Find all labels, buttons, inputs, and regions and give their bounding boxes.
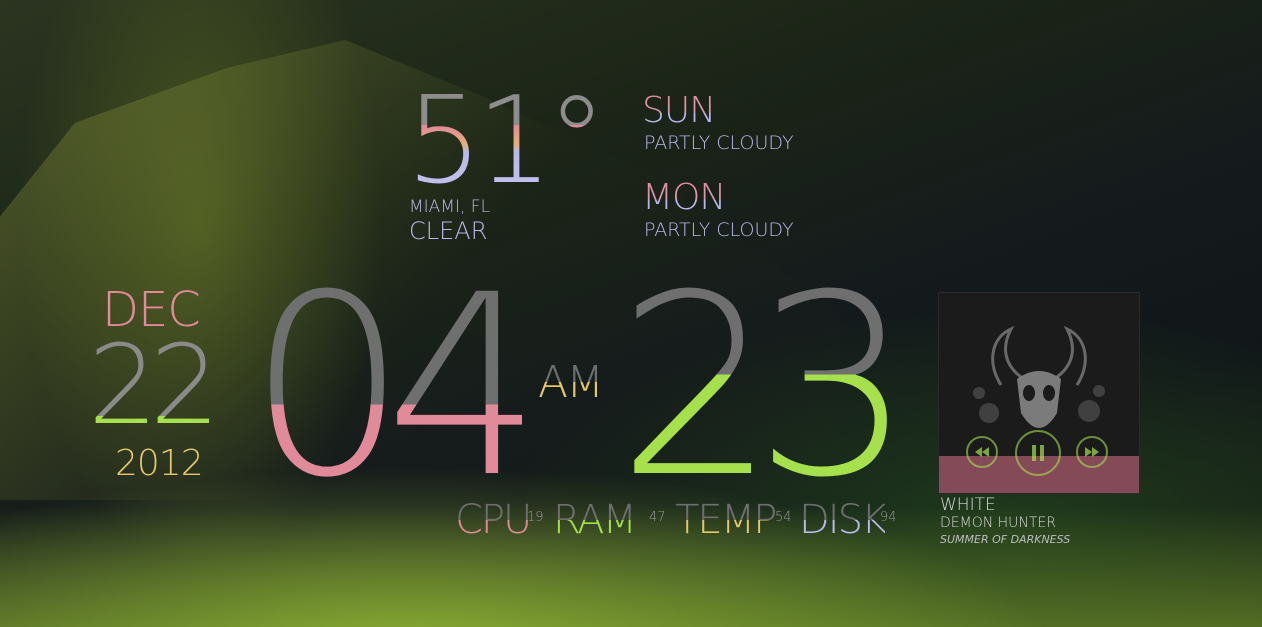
forecast-day-sun: SUN <box>642 90 716 131</box>
weather-condition: CLEAR <box>409 217 488 245</box>
next-button[interactable] <box>1076 436 1108 468</box>
clock-hour: 04 <box>248 241 544 532</box>
clock-minute: 23 <box>617 241 913 532</box>
ram-label: RAM <box>553 497 637 543</box>
forecast-condition-sun: PARTLY CLOUDY <box>644 132 794 154</box>
temp-value: 54 <box>775 510 792 525</box>
date-year: 2012 <box>115 443 204 484</box>
temp-label: TEMP <box>675 497 777 543</box>
track-album: SUMMER OF DARKNESS <box>940 533 1071 546</box>
ram-value: 47 <box>649 510 666 525</box>
album-art <box>938 292 1140 494</box>
previous-button[interactable] <box>966 436 998 468</box>
disk-value: 94 <box>880 510 897 525</box>
forecast-condition-mon: PARTLY CLOUDY <box>644 219 794 241</box>
date-day: 22 <box>88 321 220 449</box>
play-pause-button[interactable] <box>1015 430 1061 476</box>
temperature: 51° <box>406 72 607 211</box>
cpu-value: 19 <box>527 510 544 525</box>
next-icon <box>1085 447 1099 457</box>
track-artist: DEMON HUNTER <box>940 515 1057 531</box>
disk-label: DISK <box>799 497 887 543</box>
pause-icon <box>1032 445 1044 461</box>
clock-meridiem: AM <box>538 357 604 408</box>
track-title: WHITE <box>940 495 996 515</box>
previous-icon <box>975 447 989 457</box>
cpu-label: CPU <box>455 497 532 543</box>
location: MIAMI, FL <box>409 197 491 217</box>
forecast-day-mon: MON <box>642 177 726 218</box>
